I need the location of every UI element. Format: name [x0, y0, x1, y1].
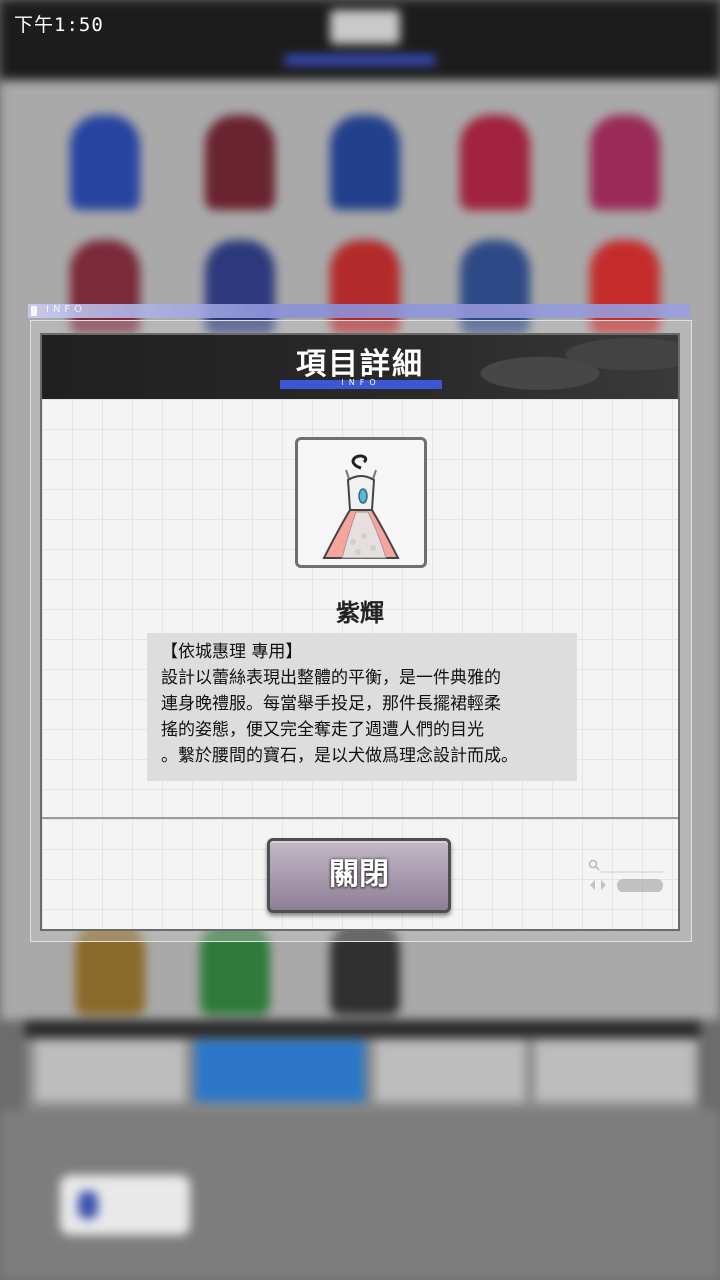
grid-item: [330, 115, 400, 210]
background-title-bar: [285, 55, 435, 65]
close-button[interactable]: 關閉: [267, 838, 451, 913]
search-widget-icon: [588, 859, 663, 892]
background-tab: [35, 1040, 185, 1102]
status-time: 下午1:50: [14, 14, 104, 36]
description-line: 。繫於腰間的寶石，是以犬做爲理念設計而成。: [161, 746, 518, 766]
grid-item: [205, 115, 275, 210]
description-line: 搖的姿態，便又完全奪走了週遭人們的目光: [161, 720, 484, 740]
item-detail-dialog: 項目詳細 INFO 紫輝 【依城惠理 專用】 設計以蕾絲表現出整體的平衡，是一件…: [40, 333, 680, 931]
item-thumbnail: [295, 437, 427, 568]
description-line: 連身晚禮服。每當舉手投足，那件長擺裙輕柔: [161, 694, 501, 714]
grid-item: [590, 115, 660, 210]
background-title: [330, 10, 400, 44]
title-underline: INFO: [280, 378, 442, 389]
grid-item: [70, 115, 140, 210]
title-subtag: INFO: [341, 378, 381, 387]
dialog-title: 項目詳細: [296, 347, 424, 382]
info-tag: INFO: [46, 304, 87, 315]
background-tab: [535, 1040, 695, 1102]
grid-item: [460, 115, 530, 210]
background-tab-bar: [25, 1020, 700, 1110]
background-button: [60, 1175, 190, 1235]
dialog-divider: [42, 817, 678, 819]
description-line: 設計以蕾絲表現出整體的平衡，是一件典雅的: [161, 668, 501, 688]
item-description: 【依城惠理 專用】 設計以蕾絲表現出整體的平衡，是一件典雅的 連身晚禮服。每當舉…: [147, 633, 577, 781]
info-strip: INFO: [28, 304, 690, 318]
background-tab-active: [195, 1040, 365, 1102]
dress-icon: [322, 454, 400, 559]
item-name: 紫輝: [336, 599, 384, 627]
background-tab: [375, 1040, 525, 1102]
dialog-header: 項目詳細 INFO: [42, 335, 678, 399]
description-line: 【依城惠理 專用】: [161, 642, 303, 662]
